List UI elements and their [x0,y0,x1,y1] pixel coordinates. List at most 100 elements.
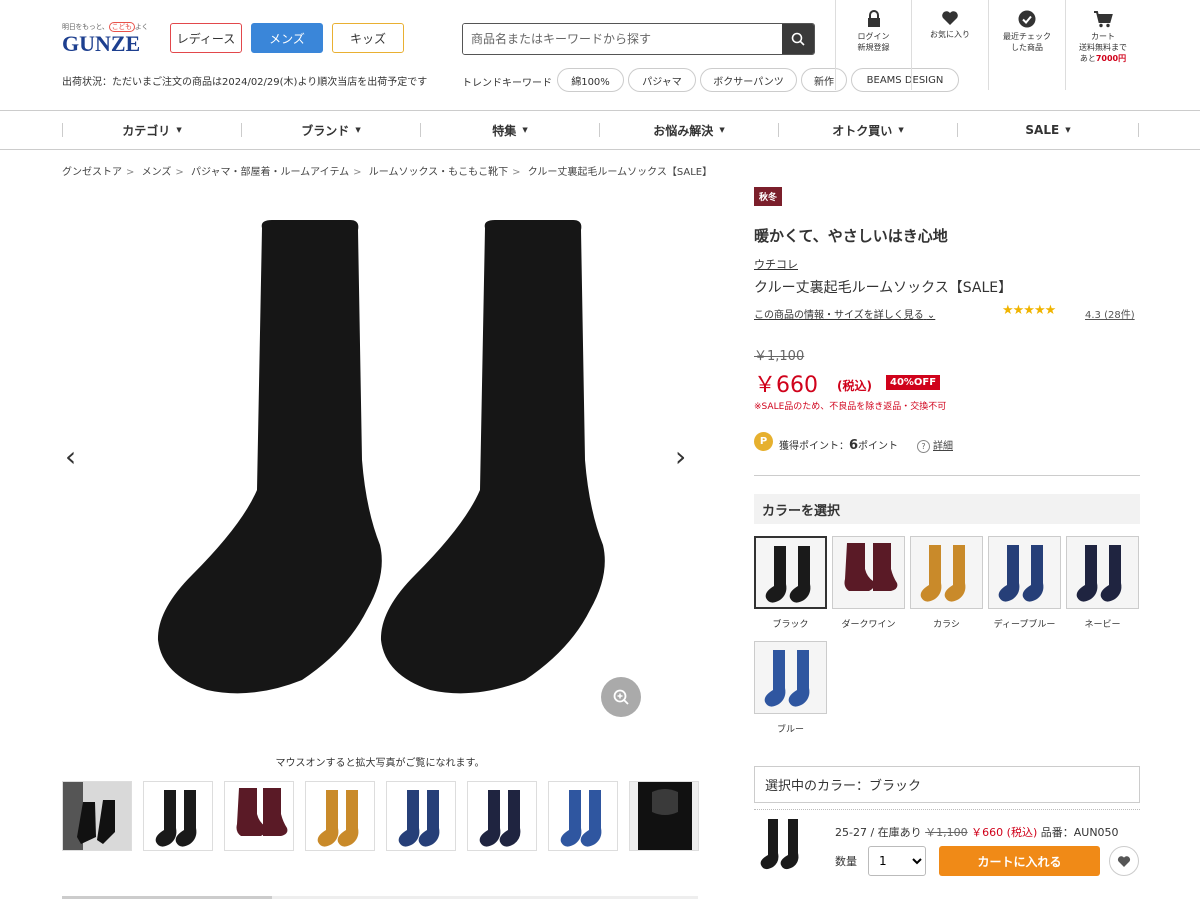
sale-note: ※SALE品のため、不良品を除き返品・交換不可 [754,402,947,412]
trend-label: トレンドキーワード [462,78,552,89]
breadcrumb-link[interactable]: パジャマ・部屋着・ルームアイテム [191,167,349,178]
tax-label: (税込) [837,379,872,393]
caret-down-icon: ▼ [355,126,361,134]
cart-item-thumbnail [754,813,816,875]
main-nav: カテゴリ ▼ ブランド ▼ 特集 ▼ お悩み解決 ▼ オトク買い ▼ SALE ▼ [0,110,1200,150]
point-icon: P [754,432,773,451]
thumbnail[interactable] [467,781,537,851]
thumbnail[interactable] [548,781,618,851]
original-price: ￥1,100 [754,349,805,364]
favorites-label: お気に入り [930,30,970,39]
recent-label: 最近チェック した商品 [1003,32,1051,52]
color-label: カラシ [933,620,960,630]
zoom-note: マウスオンすると拡大写真がご覧になれます。 [275,758,485,769]
breadcrumb-link[interactable]: グンゼストア [62,167,122,178]
discount-badge: 40%OFF [886,375,941,390]
color-swatch-navy[interactable] [1066,536,1139,609]
thumbnail[interactable] [143,781,213,851]
nav-sale[interactable]: SALE ▼ [957,111,1139,149]
divider [754,475,1140,476]
logo[interactable]: 明日をもっと、 こども よく GUNZE [62,22,157,56]
add-to-cart-button[interactable]: カートに入れる [939,846,1100,876]
caret-down-icon: ▼ [522,126,528,134]
nav-category[interactable]: カテゴリ ▼ [62,111,242,149]
thumbnail[interactable] [629,781,699,851]
color-label: ネービー [1084,620,1121,630]
nav-feature[interactable]: 特集 ▼ [420,111,600,149]
divider [754,809,1140,810]
zoom-button[interactable] [601,677,641,717]
breadcrumb: グンゼストア > メンズ > パジャマ・部屋着・ルームアイテム > ルームソックス・も… [62,167,713,178]
search-bar [462,23,815,55]
breadcrumb-link[interactable]: ルームソックス・もこもこ靴下 [369,167,508,178]
check-circle-icon [1018,10,1036,28]
trend-chip[interactable]: パジャマ [628,68,696,92]
help-icon: ? [917,440,930,453]
rating-stars: ★★★★★ [1002,303,1056,318]
rating-link[interactable]: 4.3 (28件) [1085,306,1135,321]
search-button[interactable] [782,24,814,54]
color-swatch-karashi[interactable] [910,536,983,609]
cart-icon [1094,11,1113,28]
caret-down-icon: ▼ [898,126,904,134]
heart-icon [942,11,958,25]
product-name: クルー丈裏起毛ルームソックス【SALE】 [754,280,1013,296]
chevron-down-icon: ⌄ [926,310,936,321]
login-label: ログイン 新規登録 [857,32,890,52]
login-link[interactable]: ログイン 新規登録 [835,0,911,90]
caret-down-icon: ▼ [1065,126,1071,134]
product-catchphrase: 暖かくて、やさしいはき心地 [754,227,948,245]
thumbnail[interactable] [62,781,132,851]
sock-pair-image [157,220,605,694]
quantity-label: 数量 [835,855,857,868]
zoom-icon [613,689,629,705]
selected-color: 選択中のカラー：ブラック [754,766,1140,803]
recent-link[interactable]: 最近チェック した商品 [988,0,1065,90]
nav-brand[interactable]: ブランド ▼ [241,111,421,149]
search-icon [791,32,805,46]
thumbnail[interactable] [224,781,294,851]
color-heading: カラーを選択 [754,494,1140,524]
tab-mens[interactable]: メンズ [251,23,323,53]
color-swatch-blue[interactable] [754,641,827,714]
color-label: ダークワイン [841,620,896,630]
thumbnail-scrollbar[interactable] [62,896,698,899]
breadcrumb-link[interactable]: メンズ [142,167,172,178]
lock-icon [867,10,880,27]
variant-line: 25-27 / 在庫あり ￥1,100 ￥660 (税込) 品番：AUN050 [835,826,1119,839]
breadcrumb-current: クルー丈裏起毛ルームソックス【SALE】 [527,167,713,178]
quantity-select[interactable]: 1 [868,846,926,876]
trend-chip[interactable]: 綿100% [557,68,624,92]
product-main-image[interactable] [62,190,702,730]
sale-price: ￥660 [754,373,818,398]
season-badge: 秋冬 [754,187,783,206]
cart-link[interactable]: カート 送料無料まで あと7000円 [1065,0,1140,90]
color-swatch-dark-wine[interactable] [832,536,905,609]
heart-icon [1117,855,1131,867]
tab-kids[interactable]: キッズ [332,23,404,53]
points-detail-link[interactable]: ? 詳細 [917,437,953,453]
caret-down-icon: ▼ [719,126,725,134]
search-input[interactable] [463,24,782,54]
color-swatch-black[interactable] [754,536,827,609]
thumbnail[interactable] [386,781,456,851]
brand-link[interactable]: ウチコレ [754,256,798,272]
product-info-link[interactable]: この商品の情報・サイズを詳しく見る ⌄ [754,306,935,321]
shipping-status: 出荷状況：ただいまご注文の商品は2024/02/29(木)より順次当店を出荷予定… [62,77,428,88]
color-label: ブルー [776,725,804,735]
next-arrow-icon[interactable]: › [675,440,686,473]
nav-deals[interactable]: オトク買い ▼ [778,111,958,149]
thumbnail[interactable] [305,781,375,851]
trend-chip[interactable]: ボクサーパンツ [700,68,797,92]
color-label: ブラック [772,620,809,630]
prev-arrow-icon[interactable]: ‹ [65,440,76,473]
nav-solutions[interactable]: お悩み解決 ▼ [599,111,779,149]
favorite-button[interactable] [1109,846,1139,876]
tab-ladies[interactable]: レディース [170,23,242,53]
favorites-link[interactable]: お気に入り [911,0,988,90]
color-label: ディープブルー [993,620,1056,630]
caret-down-icon: ▼ [176,126,182,134]
cart-label: カート 送料無料まで あと7000円 [1079,32,1127,63]
color-swatch-deep-blue[interactable] [988,536,1061,609]
logo-text: GUNZE [62,31,141,56]
